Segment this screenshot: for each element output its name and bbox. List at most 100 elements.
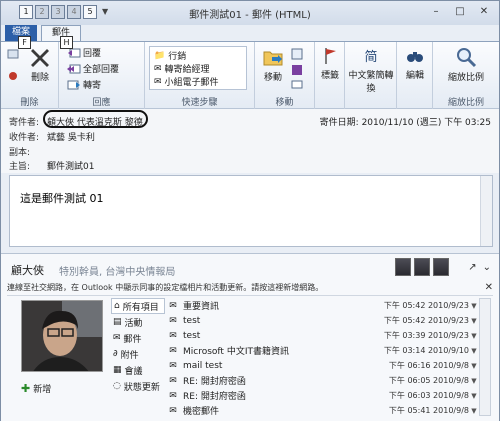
chevron-down-icon[interactable]: ▼ [469,392,479,400]
quick-step-to-manager[interactable]: ✉ 轉寄給經理 [154,62,210,76]
chevron-down-icon[interactable]: ▼ [469,332,479,340]
ignore-icon [7,49,19,59]
list-item[interactable]: ✉ 機密郵件 下午 05:41 2010/9/8 ▼ [167,403,479,418]
home-icon: ⌂ [114,301,120,311]
body-scrollbar[interactable] [480,176,492,246]
ignore-button[interactable] [7,48,19,60]
list-item[interactable]: ✉ RE: 開封府密函 下午 06:05 2010/9/8 ▼ [167,373,479,388]
infobar-text: 連線至社交網路，在 Outlook 中顯示同事的設定檔相片和活動更新。請按這裡新… [7,283,324,292]
ribbon: 刪除 刪除 回覆 全部回覆 轉寄 回應 📁 行銷 ✉ 轉寄給經理 ✉ 小組電子郵… [1,41,499,110]
chinese-conversion-icon: 简 [364,49,377,65]
reply-all-button[interactable]: 全部回覆 [67,62,119,75]
subject-label: 主旨: [9,162,31,172]
chinese-conversion-label: 中文繁簡轉換 [348,71,394,94]
to-value[interactable]: 斌藝 吳卡利 [47,130,95,143]
close-icon[interactable]: ✕ [473,5,495,19]
mail-item-icon: ✉ [169,390,177,401]
group-respond-label: 回應 [92,98,111,108]
chevron-down-icon[interactable]: ▼ [469,347,479,355]
move-button[interactable]: 移動 [259,46,287,83]
mail-item-icon: ✉ [169,375,177,386]
message-body[interactable]: 這是郵件測試 01 [9,175,493,247]
cc-label: 副本: [9,148,31,158]
add-label: 新增 [33,385,52,395]
tags-button[interactable]: 標籤 [316,46,344,81]
window-controls: – □ ✕ [425,5,495,19]
cleanup-button[interactable] [7,70,19,82]
list-item[interactable]: ✉ test 下午 03:39 2010/9/23 ▼ [167,328,479,343]
contact-thumbnail[interactable] [395,258,411,276]
group-delete-label: 刪除 [20,98,39,108]
nav-all-items-label: 所有項目 [122,302,159,313]
collapse-icon[interactable]: ⌄ [483,262,491,273]
outlook-message-window: 1 2 3 4 5 ▼ 郵件測試01 - 郵件 (HTML) – □ ✕ 檔案 … [0,0,500,421]
group-tags: 標籤 [315,42,345,110]
people-pane-scrollbar[interactable] [479,298,491,416]
quick-step-marketing[interactable]: 📁 行銷 [154,49,186,63]
mail-item-icon: ✉ [169,315,177,326]
nav-activities[interactable]: ▤ 活動 [111,314,165,330]
forward-button[interactable]: 轉寄 [67,78,101,91]
contact-thumbnail[interactable] [433,258,449,276]
group-zoom-label: 縮放比例 [447,98,484,108]
forward-mail-icon: ✉ [154,63,162,74]
people-pane-item-list: ✉ 重要資訊 下午 05:42 2010/9/23 ▼ ✉ test 下午 05… [167,298,479,418]
zoom-button[interactable]: 縮放比例 [441,46,491,83]
from-value[interactable]: 顧大俠 代表溫克斯 黎德 [47,115,143,128]
item-date: 下午 06:16 2010/9/8 [388,361,469,370]
from-label: 寄件者: [9,118,40,128]
close-icon[interactable]: ✕ [485,282,493,293]
add-contact-button[interactable]: ✚ 新增 [21,382,51,395]
mail-item-icon: ✉ [169,405,177,416]
list-item[interactable]: ✉ Microsoft 中文IT書籍資訊 下午 03:14 2010/9/10 … [167,343,479,358]
item-subject: Microsoft 中文IT書籍資訊 [183,347,289,357]
contact-title: 特別幹員, 台灣中央情報局 [59,267,176,278]
item-date: 下午 06:05 2010/9/8 [388,376,469,385]
onenote-button[interactable] [291,64,303,76]
people-pane: 顧大俠 特別幹員, 台灣中央情報局 ↗ ⌄ 連線至社交網路，在 Outlook … [1,253,499,421]
edit-button[interactable]: 編輯 [399,46,431,81]
chevron-down-icon[interactable]: ▼ [469,317,479,325]
list-item[interactable]: ✉ mail test 下午 06:16 2010/9/8 ▼ [167,358,479,373]
svg-text:简: 简 [364,49,377,65]
title-bar: 1 2 3 4 5 ▼ 郵件測試01 - 郵件 (HTML) – □ ✕ [1,1,499,25]
quick-step-team-email[interactable]: ✉ 小組電子郵件 [154,75,219,89]
list-item[interactable]: ✉ 重要資訊 下午 05:42 2010/9/23 ▼ [167,298,479,313]
nav-meetings[interactable]: ▦ 會議 [111,362,165,378]
expand-icon[interactable]: ↗ [468,262,476,273]
forward-icon [67,80,80,89]
sent-value: 2010/11/10 (週三) 下午 03:25 [361,118,491,128]
maximize-icon[interactable]: □ [449,5,471,19]
chevron-down-icon[interactable]: ▼ [469,362,479,370]
group-delete: 刪除 刪除 [1,42,59,110]
reply-all-label: 全部回覆 [83,65,120,75]
nav-attachments[interactable]: ∂ 附件 [111,346,165,362]
rules-button[interactable] [291,48,303,60]
social-network-infobar[interactable]: 連線至社交網路，在 Outlook 中顯示同事的設定檔相片和活動更新。請按這裡新… [7,282,493,296]
list-item[interactable]: ✉ test 下午 05:42 2010/9/23 ▼ [167,313,479,328]
minimize-icon[interactable]: – [425,5,447,19]
item-date: 下午 05:42 2010/9/23 [383,316,469,325]
move-folder-icon [263,51,283,66]
status-icon: ◌ [113,381,121,391]
contact-thumbnail[interactable] [414,258,430,276]
delete-icon [31,49,49,67]
actions-button[interactable] [291,78,303,90]
group-edit: 編輯 [397,42,433,110]
nav-meetings-label: 會議 [124,366,143,377]
chinese-conversion-button[interactable]: 简 中文繁簡轉換 [345,46,397,94]
list-item[interactable]: ✉ RE: 開封府密函 下午 06:03 2010/9/8 ▼ [167,388,479,403]
item-date: 下午 03:39 2010/9/23 [383,331,469,340]
delete-button[interactable]: 刪除 [25,46,55,83]
chevron-down-icon[interactable]: ▼ [469,377,479,385]
group-quick-steps-label: 快速步驟 [181,98,218,108]
quick-step-to-manager-label: 轉寄給經理 [164,65,210,75]
nav-mail[interactable]: ✉ 郵件 [111,330,165,346]
mail-item-icon: ✉ [169,345,177,356]
tags-label: 標籤 [320,71,339,81]
nav-all-items[interactable]: ⌂ 所有項目 [111,298,165,314]
edit-label: 編輯 [405,71,424,81]
nav-status-updates[interactable]: ◌ 狀態更新 [111,378,165,394]
chevron-down-icon[interactable]: ▼ [469,407,479,415]
chevron-down-icon[interactable]: ▼ [469,302,479,310]
